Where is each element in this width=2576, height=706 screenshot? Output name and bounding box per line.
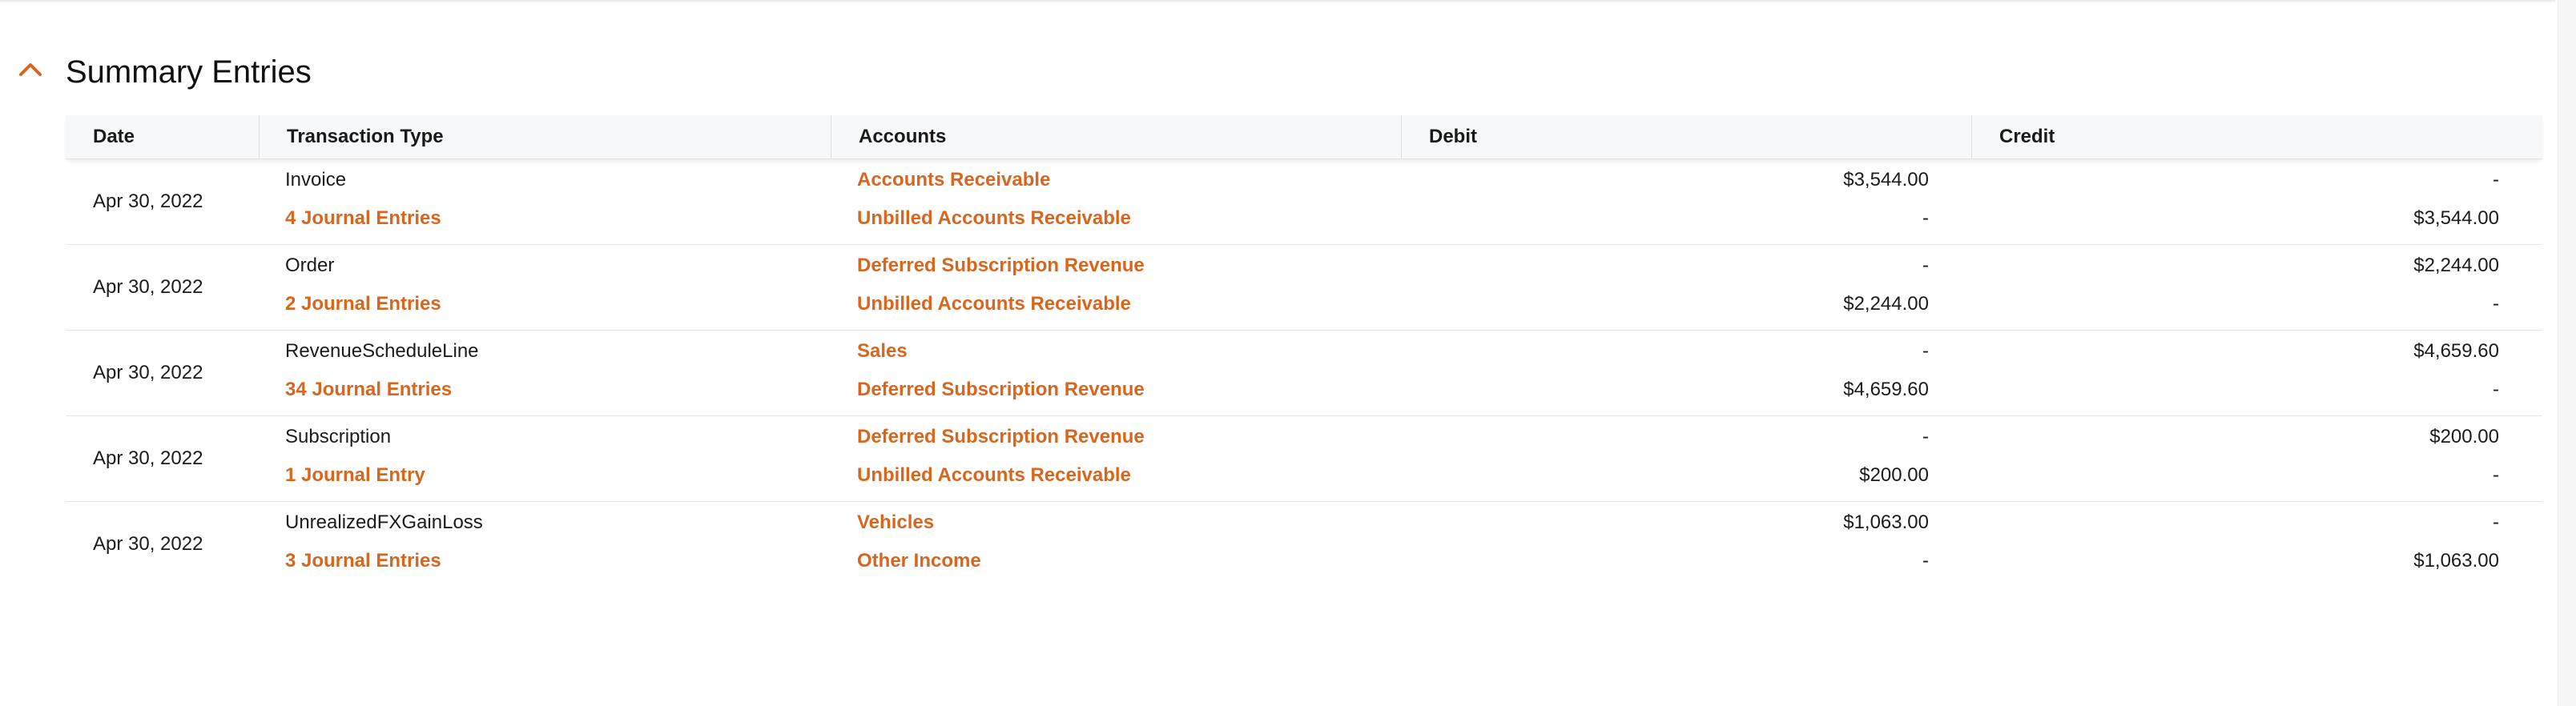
debit-value: $200.00 — [1859, 464, 1929, 486]
date-cell: Apr 30, 2022 — [93, 362, 203, 383]
credit-value: - — [2493, 511, 2499, 533]
debit-value: - — [1922, 340, 1929, 362]
credit-value: $4,659.60 — [2413, 340, 2499, 362]
credit-value: $1,063.00 — [2413, 550, 2499, 572]
journal-entries-link[interactable]: 34 Journal Entries — [285, 379, 452, 401]
column-header-date[interactable]: Date — [66, 115, 260, 158]
credit-cell: $200.00 - — [1972, 416, 2542, 501]
account-link[interactable]: Vehicles — [857, 511, 934, 534]
date-cell: Apr 30, 2022 — [93, 276, 203, 298]
credit-value: - — [2493, 169, 2499, 191]
transaction-type-cell: Invoice 4 Journal Entries — [260, 159, 831, 244]
account-link[interactable]: Deferred Subscription Revenue — [857, 426, 1145, 448]
debit-cell: - $4,659.60 — [1402, 331, 1972, 415]
accounts-cell: Deferred Subscription Revenue Unbilled A… — [831, 245, 1402, 330]
debit-cell: $3,544.00 - — [1402, 159, 1972, 244]
summary-entries-table: Date Transaction Type Accounts Debit Cre… — [66, 115, 2542, 587]
collapse-section-button[interactable] — [16, 56, 45, 85]
section-title: Summary Entries — [66, 54, 312, 90]
account-link[interactable]: Deferred Subscription Revenue — [857, 379, 1145, 401]
debit-value: $1,063.00 — [1843, 511, 1929, 533]
table-row: Apr 30, 2022 Order 2 Journal Entries Def… — [66, 245, 2542, 331]
debit-value: - — [1922, 255, 1929, 276]
table-header: Date Transaction Type Accounts Debit Cre… — [66, 115, 2542, 159]
transaction-type-label: RevenueScheduleLine — [285, 340, 479, 362]
account-link[interactable]: Unbilled Accounts Receivable — [857, 293, 1131, 315]
debit-value: - — [1922, 426, 1929, 447]
debit-value: $3,544.00 — [1843, 169, 1929, 191]
table-row: Apr 30, 2022 Subscription 1 Journal Entr… — [66, 416, 2542, 502]
transaction-type-cell: UnrealizedFXGainLoss 3 Journal Entries — [260, 502, 831, 587]
column-header-debit[interactable]: Debit — [1402, 115, 1972, 158]
transaction-type-label: Order — [285, 255, 335, 276]
date-cell: Apr 30, 2022 — [93, 533, 203, 555]
debit-value: - — [1922, 550, 1929, 572]
table-row: Apr 30, 2022 Invoice 4 Journal Entries A… — [66, 159, 2542, 245]
credit-cell: $4,659.60 - — [1972, 331, 2542, 415]
table-row: Apr 30, 2022 UnrealizedFXGainLoss 3 Jour… — [66, 502, 2542, 587]
debit-value: $4,659.60 — [1843, 379, 1929, 400]
date-cell: Apr 30, 2022 — [93, 447, 203, 469]
chevron-up-icon — [19, 63, 42, 76]
column-header-transaction-type[interactable]: Transaction Type — [260, 115, 831, 158]
credit-cell: $2,244.00 - — [1972, 245, 2542, 330]
journal-entries-link[interactable]: 4 Journal Entries — [285, 207, 441, 230]
top-shadow-divider — [0, 0, 2555, 3]
vertical-scrollbar[interactable] — [2558, 0, 2576, 706]
credit-value: $3,544.00 — [2413, 207, 2499, 229]
credit-value: - — [2493, 293, 2499, 315]
credit-cell: - $3,544.00 — [1972, 159, 2542, 244]
account-link[interactable]: Other Income — [857, 550, 981, 572]
credit-value: - — [2493, 379, 2499, 400]
accounts-cell: Vehicles Other Income — [831, 502, 1402, 587]
transaction-type-cell: Order 2 Journal Entries — [260, 245, 831, 330]
debit-cell: - $2,244.00 — [1402, 245, 1972, 330]
transaction-type-label: Invoice — [285, 169, 347, 191]
account-link[interactable]: Deferred Subscription Revenue — [857, 255, 1145, 277]
accounts-cell: Accounts Receivable Unbilled Accounts Re… — [831, 159, 1402, 244]
transaction-type-label: Subscription — [285, 426, 392, 447]
transaction-type-cell: Subscription 1 Journal Entry — [260, 416, 831, 501]
transaction-type-label: UnrealizedFXGainLoss — [285, 511, 483, 533]
accounts-cell: Sales Deferred Subscription Revenue — [831, 331, 1402, 415]
credit-value: $2,244.00 — [2413, 255, 2499, 276]
journal-entries-link[interactable]: 2 Journal Entries — [285, 293, 441, 315]
debit-value: - — [1922, 207, 1929, 229]
account-link[interactable]: Accounts Receivable — [857, 169, 1050, 191]
credit-value: $200.00 — [2429, 426, 2499, 447]
journal-entries-link[interactable]: 1 Journal Entry — [285, 464, 425, 487]
credit-cell: - $1,063.00 — [1972, 502, 2542, 587]
account-link[interactable]: Sales — [857, 340, 908, 363]
table-row: Apr 30, 2022 RevenueScheduleLine 34 Jour… — [66, 331, 2542, 416]
column-header-accounts[interactable]: Accounts — [831, 115, 1402, 158]
table-body: Apr 30, 2022 Invoice 4 Journal Entries A… — [66, 159, 2542, 587]
debit-cell: $1,063.00 - — [1402, 502, 1972, 587]
account-link[interactable]: Unbilled Accounts Receivable — [857, 207, 1131, 230]
journal-entries-link[interactable]: 3 Journal Entries — [285, 550, 441, 572]
debit-cell: - $200.00 — [1402, 416, 1972, 501]
account-link[interactable]: Unbilled Accounts Receivable — [857, 464, 1131, 487]
debit-value: $2,244.00 — [1843, 293, 1929, 315]
accounts-cell: Deferred Subscription Revenue Unbilled A… — [831, 416, 1402, 501]
credit-value: - — [2493, 464, 2499, 486]
date-cell: Apr 30, 2022 — [93, 191, 203, 212]
transaction-type-cell: RevenueScheduleLine 34 Journal Entries — [260, 331, 831, 415]
column-header-credit[interactable]: Credit — [1972, 115, 2542, 158]
